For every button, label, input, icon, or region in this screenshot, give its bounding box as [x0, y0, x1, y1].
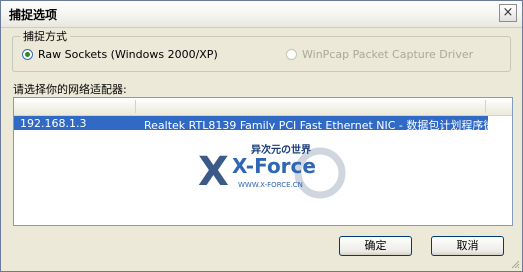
dialog-title: 捕捉选项 — [9, 8, 58, 22]
adapter-ip: 192.168.1.3 — [20, 117, 87, 130]
winpcap-radio[interactable]: WinPcap Packet Capture Driver — [286, 48, 473, 61]
column-header-name[interactable] — [136, 100, 486, 113]
capture-options-dialog: 捕捉选项 × 捕捉方式 Raw Sockets (Windows 2000/XP… — [0, 0, 523, 272]
adapter-name: Realtek RTL8139 Family PCI Fast Ethernet… — [144, 119, 505, 132]
winpcap-label: WinPcap Packet Capture Driver — [302, 48, 474, 61]
ok-button[interactable]: 确定 — [339, 236, 412, 256]
raw-sockets-radio[interactable]: Raw Sockets (Windows 2000/XP) — [22, 48, 218, 61]
watermark-brand: X-Force — [232, 154, 316, 178]
adapter-list-header — [14, 98, 512, 116]
resize-grip-icon[interactable] — [510, 259, 520, 269]
column-header-ip[interactable] — [14, 100, 136, 113]
close-button[interactable]: × — [499, 4, 517, 22]
raw-sockets-label: Raw Sockets (Windows 2000/XP) — [38, 48, 218, 61]
x-force-watermark: X X-Force 异次元の世界 WWW.X-FORCE.CN — [198, 143, 346, 199]
radio-unselected-icon — [286, 49, 297, 60]
watermark-x: X — [198, 149, 229, 195]
watermark-tagline: 异次元の世界 — [251, 143, 311, 156]
title-bar[interactable]: 捕捉选项 × — [1, 1, 522, 28]
cancel-button[interactable]: 取消 — [431, 236, 504, 256]
adapter-row[interactable]: 192.168.1.3 Realtek RTL8139 Family PCI F… — [14, 116, 505, 132]
capture-mode-legend: 捕捉方式 — [20, 28, 70, 44]
radio-selected-icon — [22, 49, 33, 60]
close-icon: × — [502, 5, 514, 20]
adapter-list-label: 请选择你的网络适配器: — [13, 83, 127, 96]
watermark-url: WWW.X-FORCE.CN — [238, 181, 303, 189]
